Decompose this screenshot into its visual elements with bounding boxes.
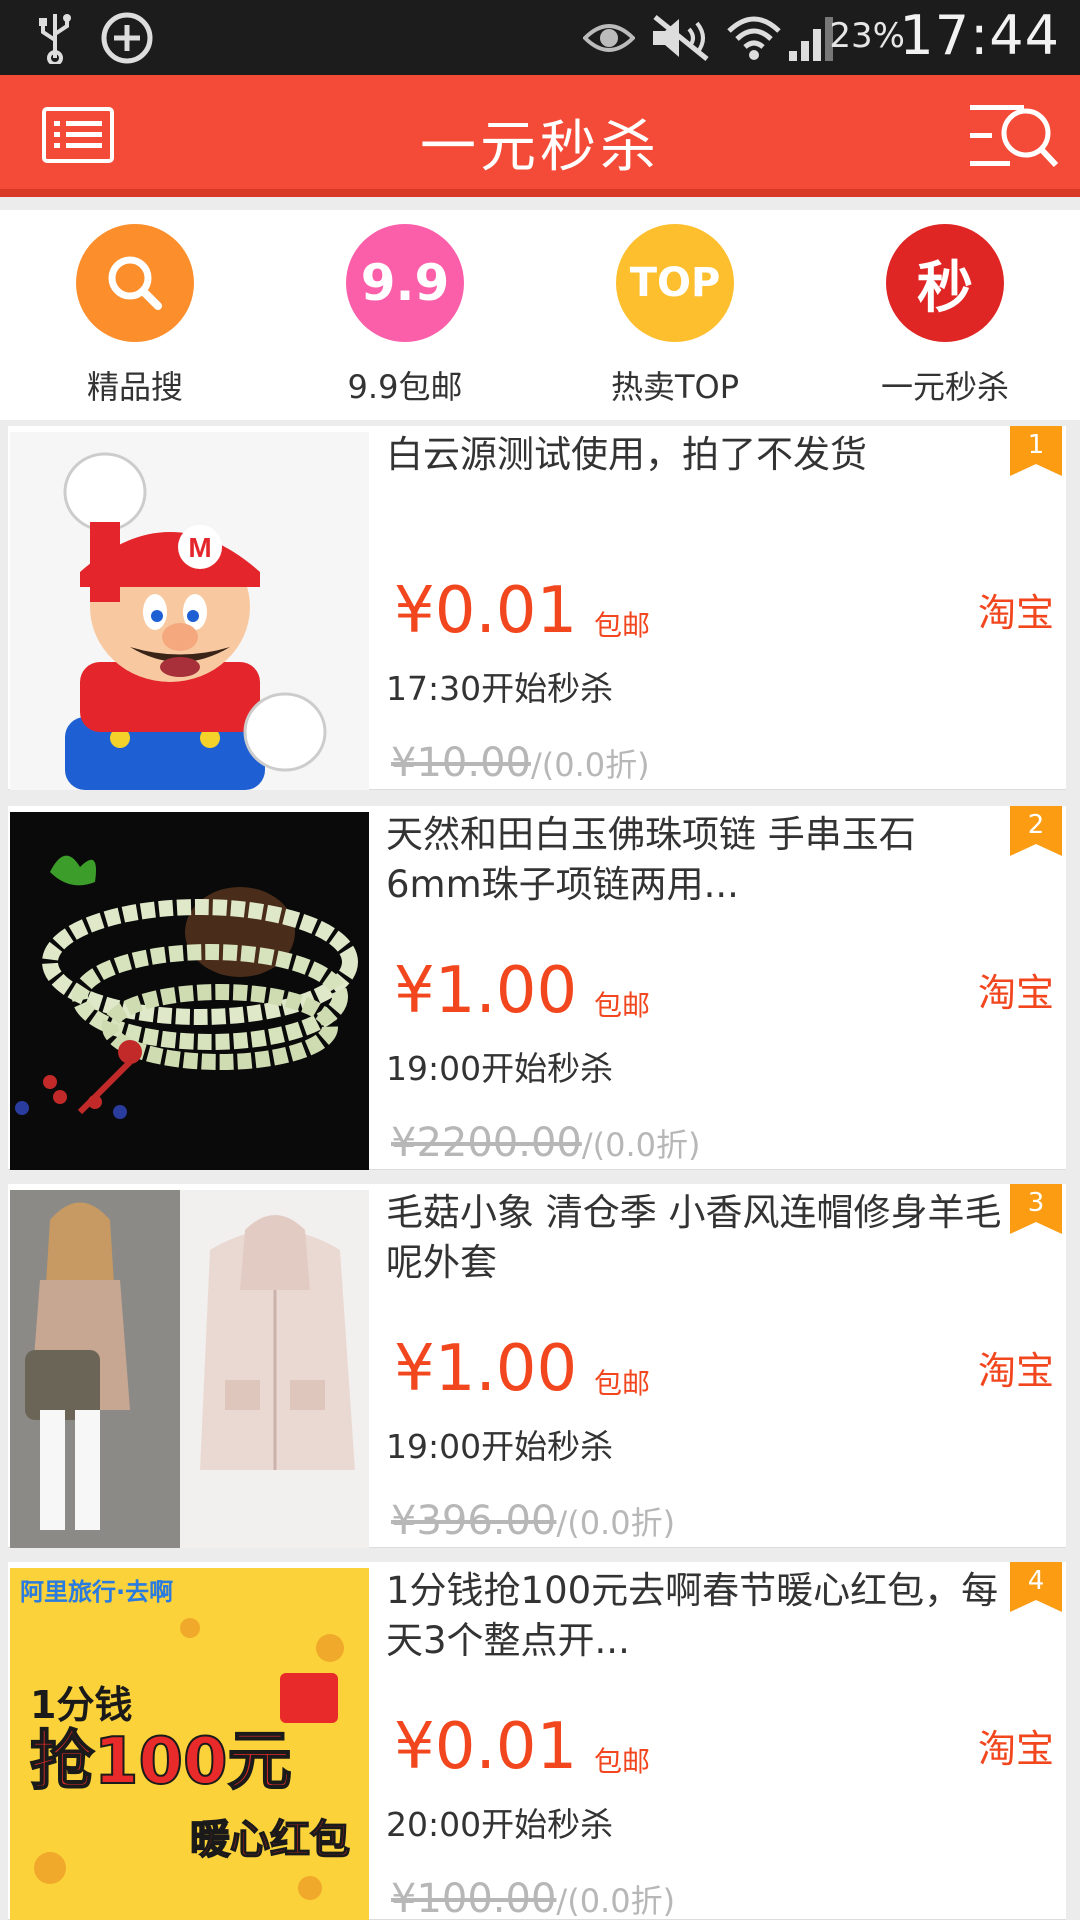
top-icon: TOP — [616, 224, 734, 342]
product-item[interactable]: M 白云源测试使用，拍了不发货 ¥0.01 包邮 淘宝 17:30开始秒杀 ¥1… — [8, 426, 1066, 790]
product-title: 毛菇小象 清仓季 小香风连帽修身羊毛呢外套 — [386, 1191, 1002, 1284]
free-shipping-tag: 包邮 — [594, 609, 651, 642]
discount-text: /(0.0折) — [530, 746, 650, 784]
original-price-block: ¥100.00/(0.0折) — [391, 1876, 675, 1920]
platform-label: 淘宝 — [977, 1349, 1054, 1393]
original-price: ¥10.00 — [391, 740, 531, 786]
platform-label: 淘宝 — [977, 591, 1054, 635]
discount-text: /(0.0折) — [581, 1126, 701, 1164]
original-price-block: ¥2200.00/(0.0折) — [391, 1120, 701, 1166]
original-price: ¥2200.00 — [391, 1120, 582, 1166]
rank-badge: 1 — [1010, 426, 1062, 476]
image-caption-line-2: 抢100元 — [30, 1725, 292, 1799]
product-item[interactable]: 天然和田白玉佛珠项链 手串玉石6mm珠子项链两用... ¥1.00 包邮 淘宝 … — [8, 806, 1066, 1170]
add-circle-icon — [98, 10, 156, 66]
jade-bead-necklace-image — [10, 812, 369, 1170]
product-price: ¥1.00 — [394, 954, 578, 1028]
category-icon-text: TOP — [629, 260, 721, 306]
category-icon-text: 秒 — [917, 255, 973, 321]
mario-figure-image: M — [10, 432, 369, 790]
free-shipping-tag: 包邮 — [594, 1367, 651, 1400]
category-label: 热卖TOP — [610, 368, 740, 406]
platform-label: 淘宝 — [977, 971, 1054, 1015]
original-price-block: ¥396.00/(0.0折) — [391, 1498, 675, 1544]
seckill-start-time: 20:00开始秒杀 — [386, 1805, 614, 1844]
image-caption-line-1: 1分钱 — [30, 1683, 132, 1727]
status-bar: 23% 17:44 — [0, 0, 1080, 75]
category-hot-top[interactable]: TOP 热卖TOP — [575, 224, 775, 414]
rank-number: 3 — [1027, 1188, 1045, 1218]
product-price: ¥0.01 — [394, 574, 578, 648]
rank-number: 4 — [1027, 1566, 1045, 1596]
free-shipping-tag: 包邮 — [594, 1745, 651, 1778]
rank-number: 2 — [1027, 810, 1045, 840]
eye-icon — [582, 10, 636, 66]
category-nine-nine-free-shipping[interactable]: 9.9 9.9包邮 — [305, 224, 505, 414]
wifi-icon — [724, 10, 784, 66]
product-price: ¥0.01 — [394, 1710, 578, 1784]
category-label: 一元秒杀 — [880, 368, 1009, 406]
category-premium-search[interactable]: 精品搜 — [35, 224, 235, 414]
product-item[interactable]: 毛菇小象 清仓季 小香风连帽修身羊毛呢外套 ¥1.00 包邮 淘宝 19:00开… — [8, 1184, 1066, 1548]
battery-percent: 23% — [829, 16, 905, 56]
search-filter-icon — [970, 105, 1059, 168]
title-bar: 一元秒杀 — [0, 75, 1080, 197]
product-title: 天然和田白玉佛珠项链 手串玉石6mm珠子项链两用... — [386, 813, 916, 906]
product-price: ¥1.00 — [394, 1332, 578, 1406]
product-title: 1分钱抢100元去啊春节暖心红包，每天3个整点开... — [386, 1569, 999, 1662]
rank-badge: 2 — [1010, 806, 1062, 856]
rank-badge: 3 — [1010, 1184, 1062, 1234]
search-icon — [76, 224, 194, 342]
clock: 17:44 — [899, 4, 1060, 67]
product-title: 白云源测试使用，拍了不发货 — [386, 433, 867, 476]
platform-label: 淘宝 — [977, 1727, 1054, 1771]
category-label: 9.9包邮 — [347, 368, 463, 406]
discount-text: /(0.0折) — [556, 1882, 676, 1920]
wool-coat-image — [10, 1190, 369, 1548]
category-icon-text: 9.9 — [360, 254, 450, 312]
original-price: ¥100.00 — [391, 1876, 557, 1920]
mute-icon — [646, 10, 718, 66]
free-shipping-tag: 包邮 — [594, 989, 651, 1022]
image-caption-line-3: 暖心红包 — [190, 1817, 350, 1863]
travel-red-packet-image: 阿里旅行·去啊 1分钱 抢100元 暖心红包 — [10, 1568, 369, 1920]
nine-nine-icon: 9.9 — [346, 224, 464, 342]
original-price-block: ¥10.00/(0.0折) — [391, 740, 650, 786]
rank-badge: 4 — [1010, 1562, 1062, 1612]
seckill-icon: 秒 — [886, 224, 1004, 342]
discount-text: /(0.0折) — [556, 1504, 676, 1542]
seckill-start-time: 17:30开始秒杀 — [386, 669, 614, 708]
category-label: 精品搜 — [86, 368, 183, 406]
seckill-start-time: 19:00开始秒杀 — [386, 1049, 614, 1088]
image-caption-top: 阿里旅行·去啊 — [20, 1578, 173, 1606]
original-price: ¥396.00 — [391, 1498, 557, 1544]
usb-icon — [30, 10, 80, 66]
product-item[interactable]: 阿里旅行·去啊 1分钱 抢100元 暖心红包 1分钱抢100元去啊春节暖心红包，… — [8, 1562, 1066, 1920]
search-filter-button[interactable] — [970, 99, 1060, 171]
category-seckill[interactable]: 秒 一元秒杀 — [845, 224, 1045, 414]
svg-text:M: M — [188, 532, 211, 563]
page-title: 一元秒杀 — [420, 115, 660, 180]
category-bar: 精品搜 9.9 9.9包邮 TOP 热卖TOP 秒 一元秒杀 — [0, 210, 1080, 420]
seckill-start-time: 19:00开始秒杀 — [386, 1427, 614, 1466]
rank-number: 1 — [1027, 430, 1045, 460]
